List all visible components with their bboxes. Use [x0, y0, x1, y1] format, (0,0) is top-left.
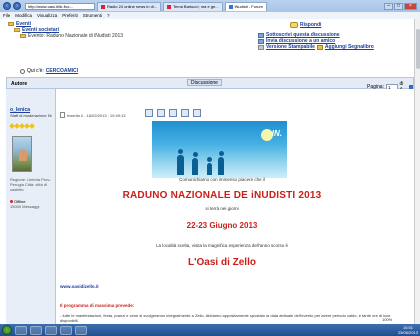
event-dates: 22-23 Giugno 2013	[186, 221, 258, 230]
minimize-icon[interactable]: –	[384, 2, 393, 10]
email-icon[interactable]	[157, 109, 165, 117]
maximize-icon[interactable]: □	[394, 2, 403, 10]
held-text: si terrà nei giorni	[205, 206, 239, 211]
author-column: o_lenica Staff di moderazione Ni Regione…	[6, 89, 56, 324]
tab-label: Radio 24 online news in di...	[107, 3, 158, 9]
tab-radio24[interactable]: Radio 24 online news in di...	[97, 1, 162, 11]
folder-icon	[14, 28, 20, 32]
tab-tema[interactable]: Tema Barluco!, ma e ge...	[163, 1, 223, 11]
zoom-level[interactable]: 100%	[382, 317, 392, 322]
figure-shape	[207, 157, 212, 175]
qc-link[interactable]: CERCOAMICI	[46, 68, 78, 74]
browser-titlebar: ‹ › http://www.oasi.it/ib-ficc... Radio …	[0, 0, 420, 12]
location-intro: La località scelta, visita la magnifica …	[156, 243, 288, 248]
start-button[interactable]	[2, 325, 12, 335]
post-meta: Inserito il - 16/02/2013 : 10:49:13	[60, 112, 125, 118]
address-area: ‹ › http://www.oasi.it/ib-ficc...	[3, 2, 95, 10]
discussion-label: Discussione	[187, 79, 222, 86]
author-info: Regione: Umbria Prov.: Perugia Città: ci…	[10, 177, 52, 192]
taskbar: 15:51 25/06/2013	[0, 324, 420, 336]
event-banner-image: IN.	[152, 121, 287, 178]
figure-shape	[177, 149, 184, 175]
print-version-link[interactable]: Versione Stampabile	[266, 44, 315, 50]
print-icon	[258, 44, 264, 50]
taskbar-app-ie[interactable]	[15, 325, 27, 335]
topic-actions: Sottoscrivi questa discussione Invia dis…	[258, 32, 374, 50]
discussion-column-header: Discussione	[187, 79, 222, 86]
tab-favicon-icon	[228, 4, 233, 9]
menu-help[interactable]: ?	[107, 13, 110, 18]
forum-header: Eventi Eventi societari Evento: Raduno N…	[0, 19, 414, 77]
clock-date: 25/06/2013	[397, 330, 418, 335]
tab-favicon-icon	[101, 4, 105, 9]
scroll-thumb[interactable]	[416, 29, 420, 69]
subscribe-icon	[258, 32, 264, 38]
event-headline: RADUNO NAZIONALE DE iNUDISTI 2013	[122, 190, 322, 201]
breadcrumb-tree: Eventi Eventi societari Evento: Raduno N…	[8, 21, 123, 39]
delete-icon[interactable]	[193, 109, 201, 117]
vertical-scrollbar[interactable]	[414, 19, 420, 324]
folder-icon	[8, 22, 14, 26]
rank-stars	[9, 123, 35, 129]
menu-strumenti[interactable]: Strumenti	[83, 13, 102, 18]
menu-bar: File Modifica Visualizza Preferiti Strum…	[0, 12, 420, 19]
window-controls: – □ ×	[384, 2, 417, 10]
send-friend-icon	[258, 38, 264, 44]
offline-icon	[10, 200, 13, 203]
menu-file[interactable]: File	[3, 13, 10, 18]
topic-table-header: Autore Discussione Pagina: 1 di 4	[6, 77, 414, 93]
website-link[interactable]: www.oasidizello.it	[60, 284, 99, 289]
author-column-header: Autore	[11, 81, 28, 87]
menu-modifica[interactable]: Modifica	[15, 13, 32, 18]
qc-label: Qui c'è:	[27, 68, 44, 74]
quote-icon[interactable]	[181, 109, 189, 117]
author-role: Staff di moderazione Ni	[10, 113, 52, 118]
system-clock[interactable]: 15:51 25/06/2013	[398, 325, 418, 335]
close-icon[interactable]: ×	[404, 2, 417, 10]
intro-text: Comunichiamo con immenso piacere che il	[179, 177, 265, 182]
reply-icon	[290, 22, 298, 28]
tab-inudisti-forum[interactable]: iNudisti - Forum	[224, 1, 267, 11]
address-bar[interactable]: http://www.oasi.it/ib-ficc...	[25, 2, 95, 10]
figure-shape	[192, 152, 198, 175]
tab-label: iNudisti - Forum	[234, 3, 263, 9]
event-location: L'Oasi di Zello	[188, 257, 256, 268]
program-title: Il programma di massima prevede:	[60, 303, 135, 308]
page-viewport: Eventi Eventi societari Evento: Raduno N…	[0, 19, 420, 324]
breadcrumb-topic: Evento: Raduno Nazionale di iNudisti 201…	[28, 33, 124, 39]
search-icon	[20, 68, 25, 74]
who-is-here: Qui c'è: CERCOAMICI	[20, 68, 78, 74]
menu-preferiti[interactable]: Preferiti	[62, 13, 78, 18]
banner-logo-text: IN.	[271, 129, 282, 138]
taskbar-app-office[interactable]	[75, 325, 87, 335]
taskbar-app-browser[interactable]	[60, 325, 72, 335]
profile-icon[interactable]	[145, 109, 153, 117]
forward-button[interactable]: ›	[13, 2, 21, 10]
post-body: Inserito il - 16/02/2013 : 10:49:13 IN. …	[57, 89, 414, 324]
taskbar-app-media[interactable]	[45, 325, 57, 335]
bookmark-icon	[316, 44, 323, 50]
edit-icon[interactable]	[169, 109, 177, 117]
post-date: Inserito il - 16/02/2013 : 10:49:13	[67, 112, 126, 118]
bookmark-link[interactable]: Aggiungi Segnalibro	[325, 44, 374, 50]
menu-visualizza[interactable]: Visualizza	[37, 13, 57, 18]
taskbar-app-explorer[interactable]	[30, 325, 42, 335]
author-messages: 15000 Messaggi	[10, 204, 40, 209]
tab-label: Tema Barluco!, ma e ge...	[173, 3, 219, 9]
tab-favicon-icon	[167, 4, 172, 9]
reply-button[interactable]: Rispondi	[290, 22, 321, 28]
program-body: - tutte le manifestazioni, festa, pranzi…	[60, 313, 391, 323]
avatar	[12, 136, 32, 172]
star-icon	[29, 123, 35, 129]
figure-shape	[218, 151, 224, 175]
reply-label: Rispondi	[300, 22, 322, 28]
post-icon	[60, 112, 65, 118]
post-tools	[145, 109, 201, 117]
back-button[interactable]: ‹	[3, 2, 11, 10]
folder-open-icon	[20, 34, 26, 38]
